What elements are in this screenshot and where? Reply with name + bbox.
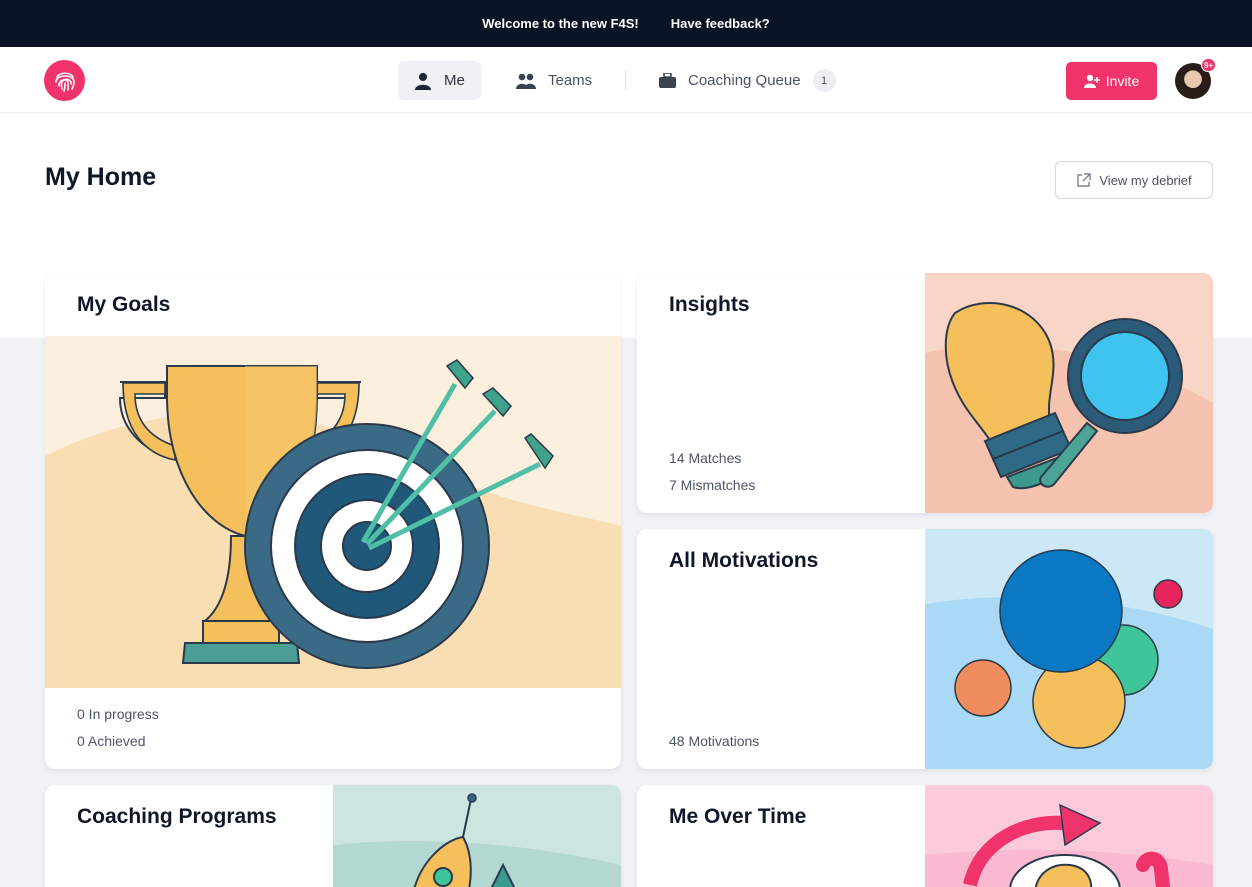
nav-tab-coaching-queue[interactable]: Coaching Queue 1 [643, 61, 852, 100]
view-debrief-button[interactable]: View my debrief [1055, 161, 1213, 199]
top-navbar: Me Teams Coaching Queue 1 Invite 9+ [0, 47, 1252, 113]
briefcase-icon [659, 73, 676, 88]
goals-in-progress-stat: 0 In progress [77, 706, 159, 722]
insights-mismatches-stat: 7 Mismatches [669, 477, 756, 493]
external-link-icon [1077, 172, 1092, 187]
goals-achieved-stat: 0 Achieved [77, 733, 146, 749]
insights-card-title: Insights [669, 293, 750, 316]
invite-button[interactable]: Invite [1066, 62, 1157, 100]
me-over-time-card[interactable]: Me Over Time [637, 785, 1213, 887]
user-avatar[interactable]: 9+ [1175, 58, 1217, 99]
nav-tab-coaching-queue-label: Coaching Queue [688, 72, 801, 89]
fingerprint-logo-icon[interactable] [44, 60, 85, 101]
lightbulb-magnifier-illustration-icon [925, 273, 1213, 513]
welcome-link[interactable]: Welcome to the new F4S! [482, 16, 639, 31]
bubbles-illustration-icon [925, 529, 1213, 769]
cycle-arrow-illustration-icon [925, 785, 1213, 887]
motivations-count-stat: 48 Motivations [669, 733, 760, 749]
add-user-icon [1083, 74, 1100, 88]
page-title: My Home [45, 163, 157, 191]
announcement-banner: Welcome to the new F4S! Have feedback? [0, 0, 1252, 47]
notification-badge: 9+ [1201, 58, 1217, 72]
goals-card-title: My Goals [77, 293, 171, 316]
coaching-programs-card[interactable]: Coaching Programs [45, 785, 621, 887]
goals-card[interactable]: My Goals 0 In progress 0 Achieved [45, 273, 621, 769]
motivations-card-title: All Motivations [669, 549, 819, 572]
insights-matches-stat: 14 Matches [669, 450, 742, 466]
people-icon [516, 73, 536, 89]
nav-tab-teams-label: Teams [548, 72, 593, 89]
rocket-illustration-icon [333, 785, 621, 887]
nav-tab-teams[interactable]: Teams [500, 61, 608, 100]
trophy-target-illustration-icon [45, 336, 621, 688]
motivations-card[interactable]: All Motivations 48 Motivations [637, 529, 1213, 769]
view-debrief-label: View my debrief [1099, 172, 1192, 188]
coaching-queue-count-badge: 1 [812, 69, 836, 92]
insights-card[interactable]: Insights 14 Matches 7 Mismatches [637, 273, 1213, 513]
nav-tab-me[interactable]: Me [398, 61, 481, 100]
nav-divider [625, 70, 626, 89]
invite-button-label: Invite [1105, 73, 1140, 89]
me-over-time-card-title: Me Over Time [669, 805, 807, 828]
coaching-programs-card-title: Coaching Programs [77, 805, 277, 828]
feedback-link[interactable]: Have feedback? [671, 16, 770, 31]
person-icon [415, 72, 431, 90]
nav-tab-me-label: Me [444, 72, 465, 89]
